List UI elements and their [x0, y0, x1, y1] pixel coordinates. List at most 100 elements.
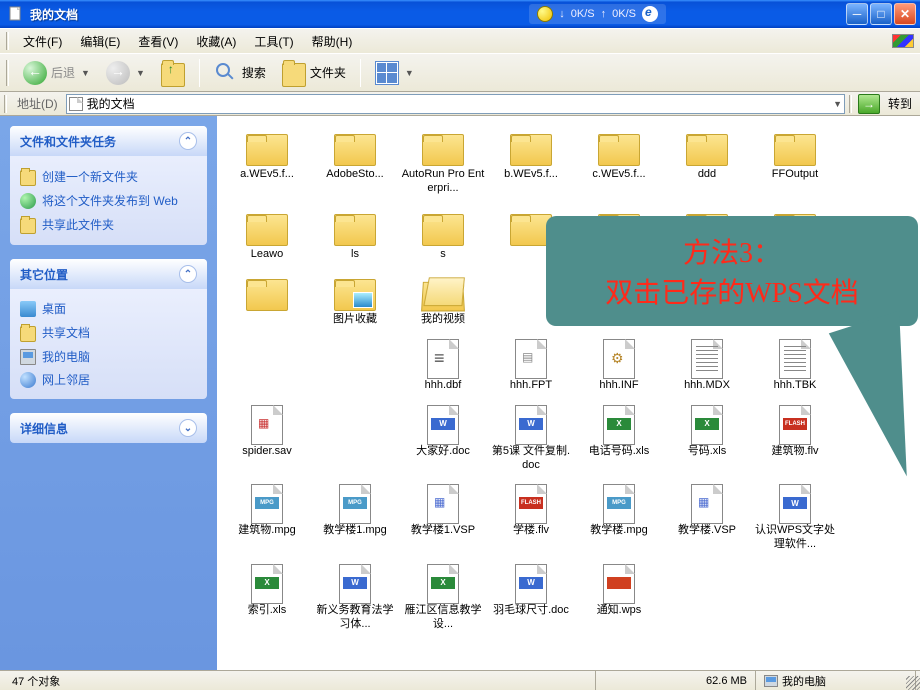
download-arrow-icon: ↓ [559, 8, 565, 20]
file-label: s [440, 248, 446, 262]
file-item[interactable]: hhh.MDX [663, 339, 751, 393]
computer-icon [764, 675, 778, 687]
file-item[interactable]: ddd [663, 128, 751, 196]
address-input[interactable]: 我的文档 ▼ [66, 94, 845, 114]
file-label: 新义务教育法学习体... [313, 604, 397, 632]
search-button[interactable]: 搜索 [208, 57, 272, 89]
file-item[interactable]: 教学楼.mpg [575, 484, 663, 552]
back-arrow-icon [23, 61, 47, 85]
file-label: spider.sav [242, 445, 292, 459]
file-item[interactable]: 建筑物.flv [751, 405, 839, 473]
places-panel-header[interactable]: 其它位置 ⌃ [10, 259, 207, 289]
resize-grip[interactable] [906, 676, 920, 690]
place-network[interactable]: 网上邻居 [20, 368, 197, 391]
file-label: 索引.xls [248, 604, 287, 618]
file-item[interactable]: 大家好.doc [399, 405, 487, 473]
file-item[interactable]: 通知.wps [575, 564, 663, 632]
file-item[interactable]: 教学楼1.VSP [399, 484, 487, 552]
file-item[interactable]: AdobeSto... [311, 128, 399, 196]
file-item[interactable]: 第5课 文件复制.doc [487, 405, 575, 473]
menu-file[interactable]: 文件(F) [15, 30, 70, 53]
grip-handle[interactable] [6, 60, 9, 86]
computer-icon [20, 349, 36, 365]
place-shared-docs[interactable]: 共享文档 [20, 320, 197, 345]
file-item[interactable]: Leawo [223, 208, 311, 262]
file-item[interactable]: b.WEv5.f... [487, 128, 575, 196]
file-item[interactable]: 羽毛球尺寸.doc [487, 564, 575, 632]
file-area[interactable]: a.WEv5.f... AdobeSto... AutoRun Pro Enterp… [217, 116, 920, 670]
file-item[interactable]: 号码.xls [663, 405, 751, 473]
close-button[interactable]: ✕ [894, 3, 916, 25]
up-button[interactable] [155, 55, 191, 91]
file-item[interactable]: 教学楼.VSP [663, 484, 751, 552]
task-new-folder[interactable]: 创建一个新文件夹 [20, 164, 197, 189]
file-item[interactable] [223, 273, 311, 327]
file-item[interactable]: ls [311, 208, 399, 262]
menu-edit[interactable]: 编辑(E) [72, 30, 128, 53]
file-item[interactable]: hhh.dbf [399, 339, 487, 393]
dropdown-icon[interactable]: ▼ [833, 99, 842, 109]
views-button[interactable]: ▼ [369, 57, 420, 89]
menu-tools[interactable]: 工具(T) [246, 30, 301, 53]
menu-favorites[interactable]: 收藏(A) [188, 30, 244, 53]
file-label: 通知.wps [597, 604, 642, 618]
file-item[interactable]: c.WEv5.f... [575, 128, 663, 196]
menu-bar: 文件(F) 编辑(E) 查看(V) 收藏(A) 工具(T) 帮助(H) [0, 28, 920, 54]
file-label: hhh.TBK [774, 379, 817, 393]
file-label: 建筑物.flv [771, 445, 818, 459]
file-item[interactable]: 教学楼1.mpg [311, 484, 399, 552]
place-my-computer[interactable]: 我的电脑 [20, 345, 197, 368]
desktop-icon [20, 301, 36, 317]
file-item[interactable]: FFOutput [751, 128, 839, 196]
forward-button[interactable]: ▼ [100, 57, 151, 89]
grip-handle[interactable] [6, 32, 9, 50]
back-button[interactable]: 后退 ▼ [17, 57, 96, 89]
maximize-button[interactable]: □ [870, 3, 892, 25]
folders-button[interactable]: 文件夹 [276, 55, 352, 91]
file-item[interactable]: 建筑物.mpg [223, 484, 311, 552]
network-icon [20, 372, 36, 388]
file-label: 认识WPS文字处理软件... [753, 524, 837, 552]
file-item[interactable]: AutoRun Pro Enterpri... [399, 128, 487, 196]
menu-view[interactable]: 查看(V) [130, 30, 186, 53]
file-item[interactable]: spider.sav [223, 405, 311, 473]
status-location: 我的电脑 [756, 671, 916, 690]
callout-line1: 方法3： [683, 231, 781, 271]
shared-folder-icon [20, 218, 36, 234]
file-item[interactable]: a.WEv5.f... [223, 128, 311, 196]
details-title: 详细信息 [20, 420, 68, 437]
file-item[interactable]: 雁江区信息教学设... [399, 564, 487, 632]
minimize-button[interactable]: ─ [846, 3, 868, 25]
file-item[interactable]: hhh.TBK [751, 339, 839, 393]
network-indicator: ↓ 0K/S ↑ 0K/S [529, 4, 666, 24]
file-item[interactable]: hhh.FPT [487, 339, 575, 393]
tasks-panel-header[interactable]: 文件和文件夹任务 ⌃ [10, 126, 207, 156]
chevron-up-icon: ⌃ [179, 132, 197, 150]
up-folder-icon [161, 63, 185, 87]
place-label: 网上邻居 [42, 371, 90, 388]
file-label: 我的视频 [421, 313, 465, 327]
file-label: 建筑物.mpg [238, 524, 295, 538]
task-share-folder[interactable]: 共享此文件夹 [20, 212, 197, 237]
file-label: 教学楼.VSP [678, 524, 736, 538]
file-item[interactable]: 我的视频 [399, 273, 487, 327]
menu-help[interactable]: 帮助(H) [304, 30, 361, 53]
grip-handle[interactable] [849, 95, 852, 113]
place-desktop[interactable]: 桌面 [20, 297, 197, 320]
file-label: 学楼.flv [513, 524, 549, 538]
file-item[interactable]: hhh.INF [575, 339, 663, 393]
file-label: hhh.INF [599, 379, 638, 393]
task-publish-web[interactable]: 将这个文件夹发布到 Web [20, 189, 197, 212]
file-item[interactable]: 新义务教育法学习体... [311, 564, 399, 632]
details-panel-header[interactable]: 详细信息 ⌄ [10, 413, 207, 443]
go-button[interactable]: → [858, 94, 880, 114]
dropdown-icon: ▼ [81, 68, 90, 78]
file-item[interactable]: 索引.xls [223, 564, 311, 632]
file-item[interactable]: 电话号码.xls [575, 405, 663, 473]
file-label: AdobeSto... [326, 168, 384, 182]
file-item[interactable]: s [399, 208, 487, 262]
grip-handle[interactable] [4, 95, 7, 113]
file-item[interactable]: 学楼.flv [487, 484, 575, 552]
file-item[interactable]: 图片收藏 [311, 273, 399, 327]
file-item[interactable]: 认识WPS文字处理软件... [751, 484, 839, 552]
